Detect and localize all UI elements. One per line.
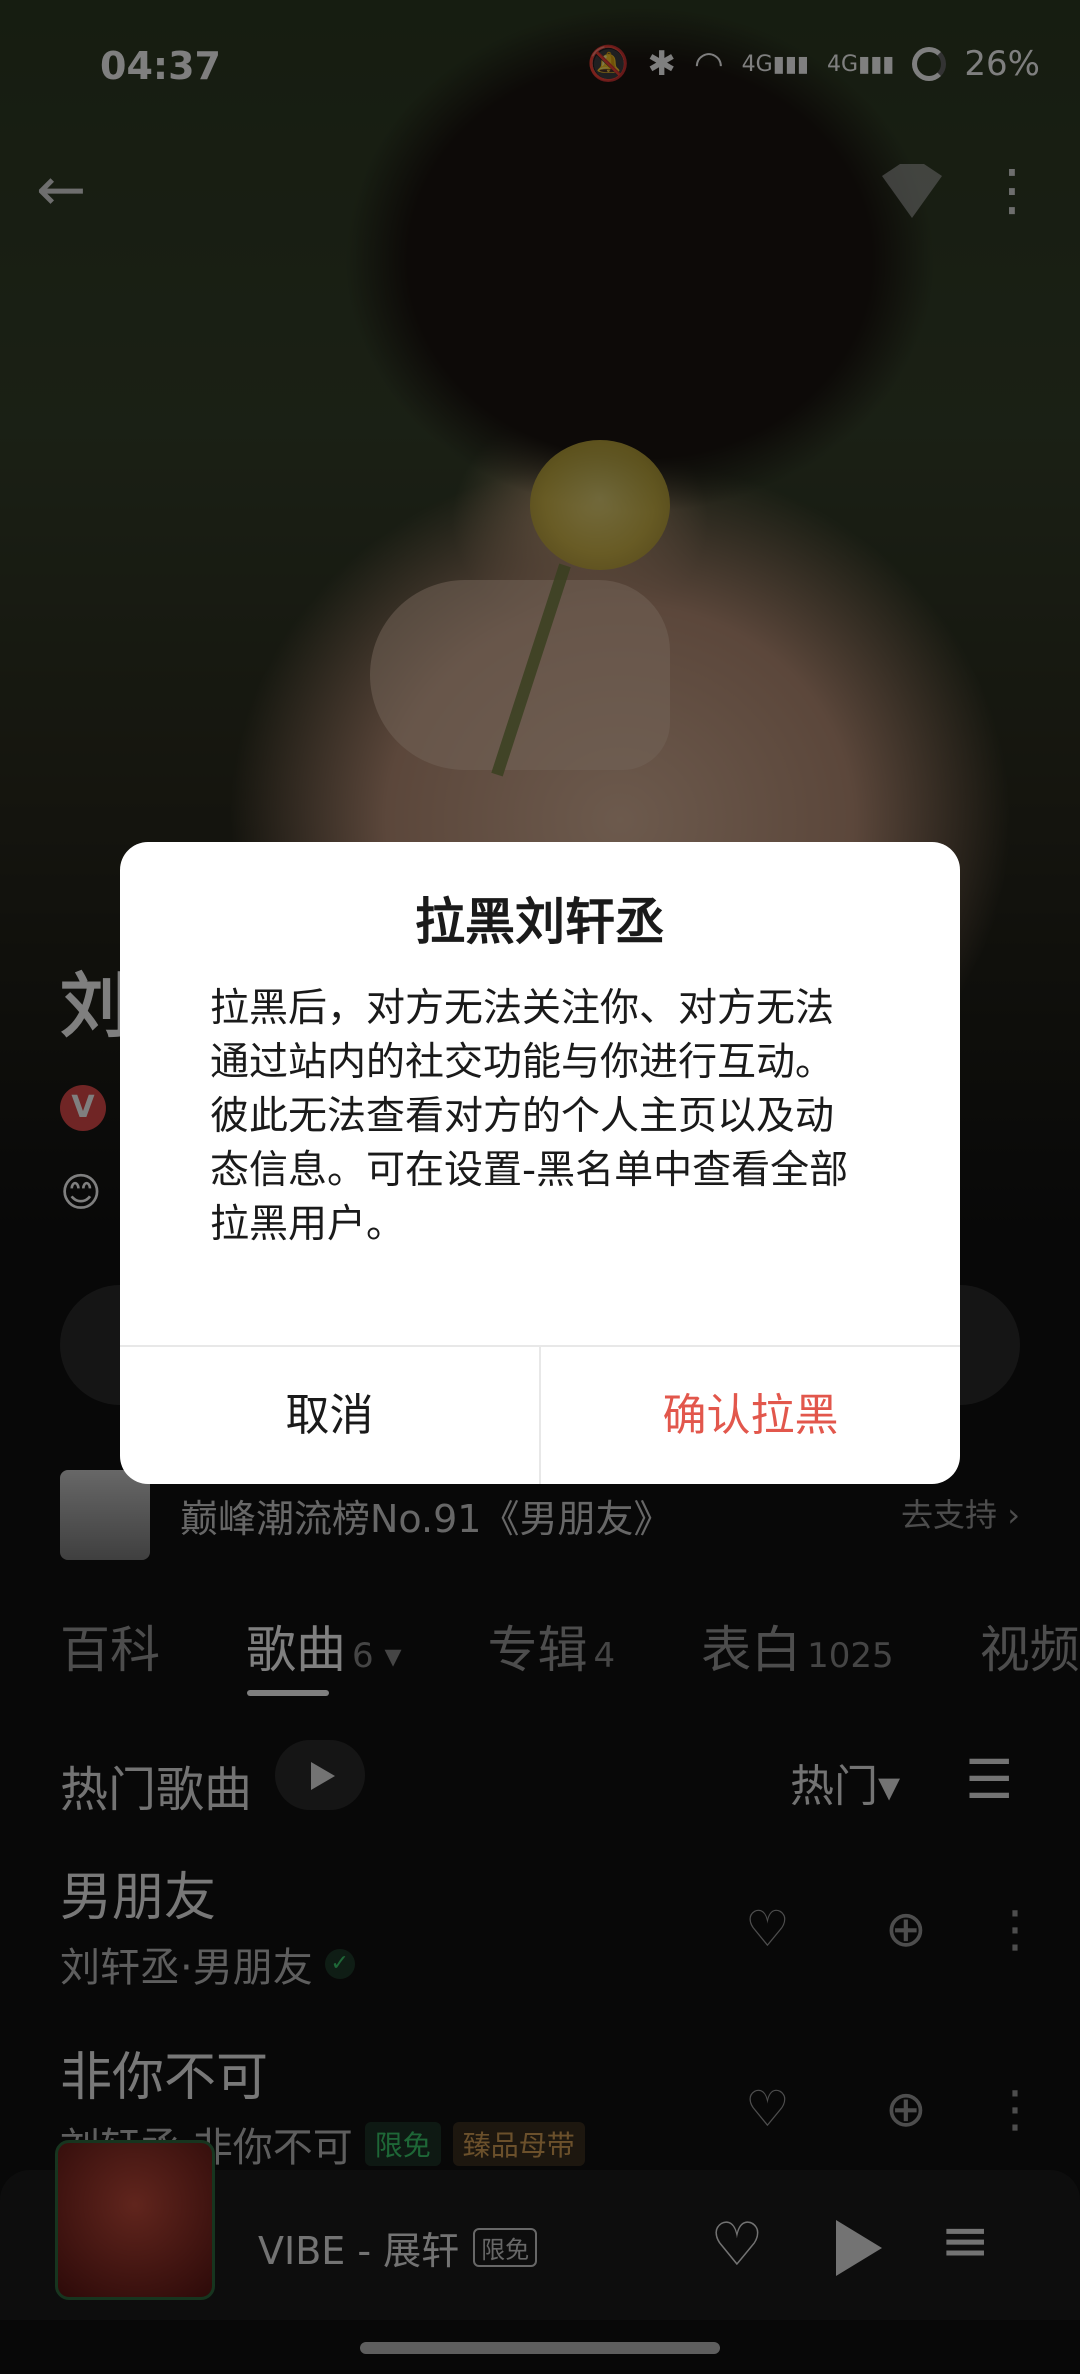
dialog-message: 拉黑后，对方无法关注你、对方无法通过站内的社交功能与你进行互动。彼此无法查看对方… (210, 986, 849, 1247)
dialog-title: 拉黑刘轩丞 (415, 893, 665, 951)
cancel-button[interactable]: 取消 (120, 1347, 539, 1484)
block-user-dialog: 拉黑刘轩丞 拉黑后，对方无法关注你、对方无法通过站内的社交功能与你进行互动。彼此… (120, 842, 960, 1484)
confirm-block-button[interactable]: 确认拉黑 (541, 1347, 960, 1484)
